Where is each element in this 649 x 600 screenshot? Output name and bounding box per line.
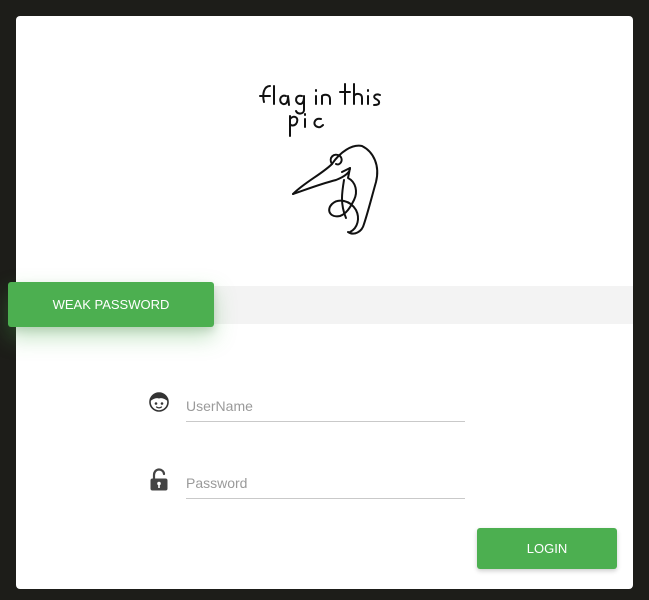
weak-password-ribbon: WEAK PASSWORD xyxy=(8,282,214,327)
password-input[interactable] xyxy=(186,468,465,499)
padlock-icon xyxy=(148,468,170,491)
flag-sketch-image xyxy=(259,83,381,235)
login-button[interactable]: LOGIN xyxy=(477,528,617,569)
username-input[interactable] xyxy=(186,391,465,422)
user-face-icon xyxy=(148,391,170,413)
